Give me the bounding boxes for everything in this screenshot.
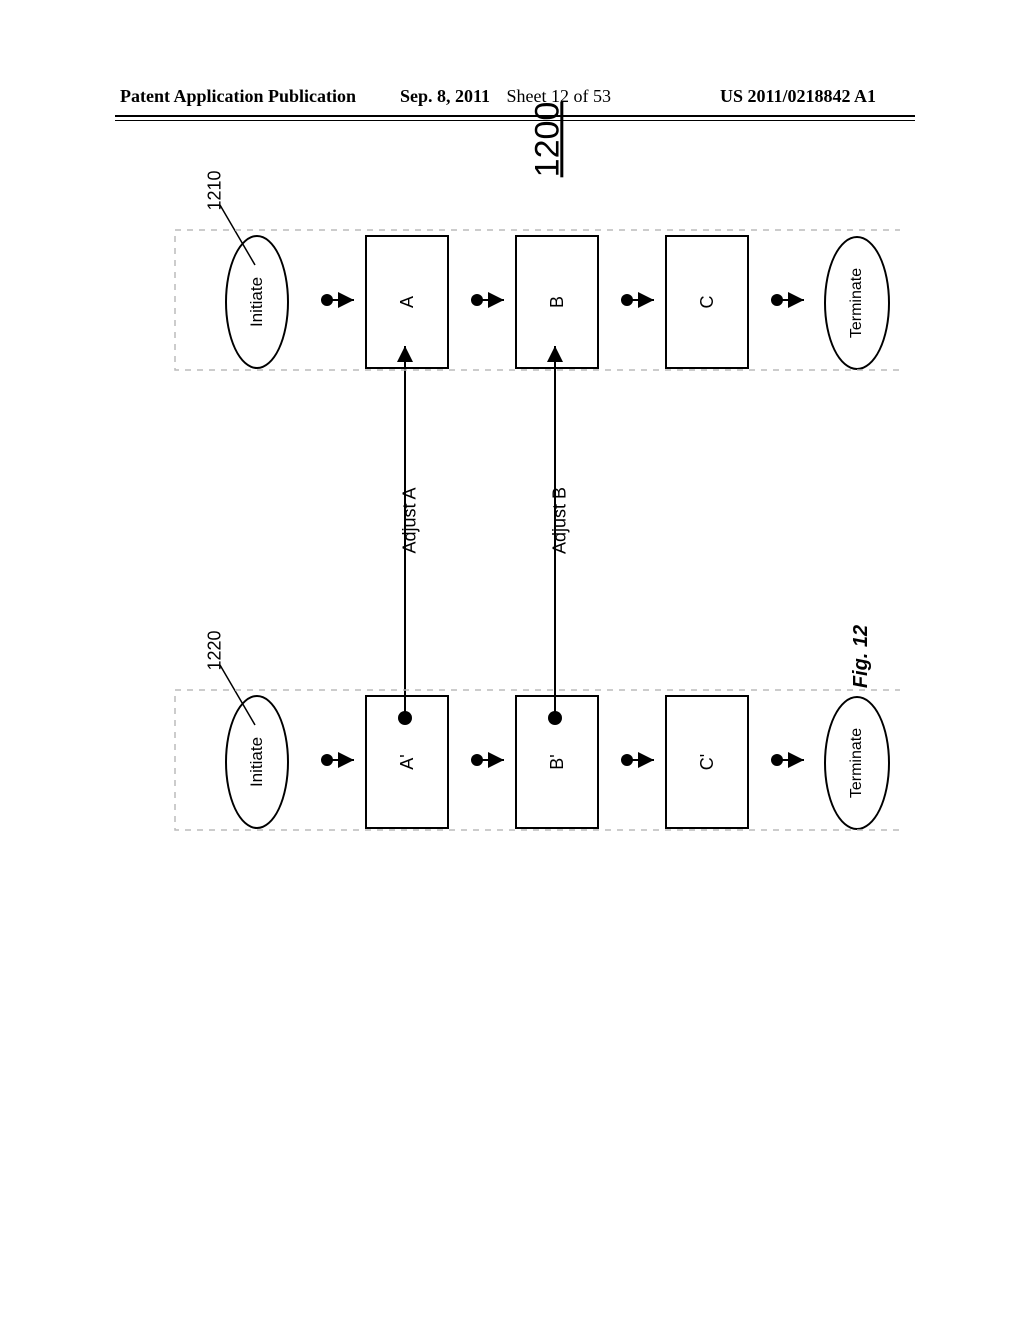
figure-number-text: 1200	[528, 102, 566, 178]
adjust-b-label: Adjust B	[550, 481, 571, 561]
dot	[621, 754, 633, 766]
left-terminate-label: Terminate	[848, 268, 866, 338]
ref-1220: 1220	[205, 630, 226, 670]
dot	[471, 294, 483, 306]
publication-label: Patent Application Publication	[120, 86, 356, 107]
right-terminate-label: Terminate	[848, 728, 866, 798]
dot	[321, 294, 333, 306]
right-terminate-node: Terminate	[824, 696, 890, 830]
dot	[471, 754, 483, 766]
left-terminate-node: Terminate	[824, 236, 890, 370]
right-a-label: A'	[397, 754, 418, 769]
right-b-label: B'	[547, 754, 568, 769]
left-b-node: B	[515, 235, 599, 369]
adjust-a-label: Adjust A	[400, 481, 421, 561]
ref-1210: 1210	[205, 170, 226, 210]
dot	[771, 754, 783, 766]
date-sheet: Sep. 8, 2011 Sheet 12 of 53	[400, 86, 611, 107]
header-rule	[115, 115, 915, 121]
page: Patent Application Publication Sep. 8, 2…	[0, 0, 1024, 1320]
right-c-node: C'	[665, 695, 749, 829]
right-b-node: B'	[515, 695, 599, 829]
dot	[771, 294, 783, 306]
dot	[321, 754, 333, 766]
dot	[621, 294, 633, 306]
figure-number: 1200	[528, 102, 567, 178]
left-initiate-node: Initiate	[225, 235, 289, 369]
right-c-label: C'	[697, 754, 718, 770]
diagram-1200: Initiate A B C Terminate Initiate A' B' …	[120, 190, 900, 1090]
left-a-label: A	[397, 296, 418, 308]
figure-label: Fig. 12	[850, 625, 873, 688]
left-c-label: C	[697, 296, 718, 309]
right-initiate-node: Initiate	[225, 695, 289, 829]
left-a-node: A	[365, 235, 449, 369]
right-initiate-label: Initiate	[247, 737, 267, 787]
left-c-node: C	[665, 235, 749, 369]
publication-date: Sep. 8, 2011	[400, 86, 490, 106]
left-b-label: B	[547, 296, 568, 308]
right-a-node: A'	[365, 695, 449, 829]
left-initiate-label: Initiate	[247, 277, 267, 327]
publication-number: US 2011/0218842 A1	[720, 86, 876, 107]
